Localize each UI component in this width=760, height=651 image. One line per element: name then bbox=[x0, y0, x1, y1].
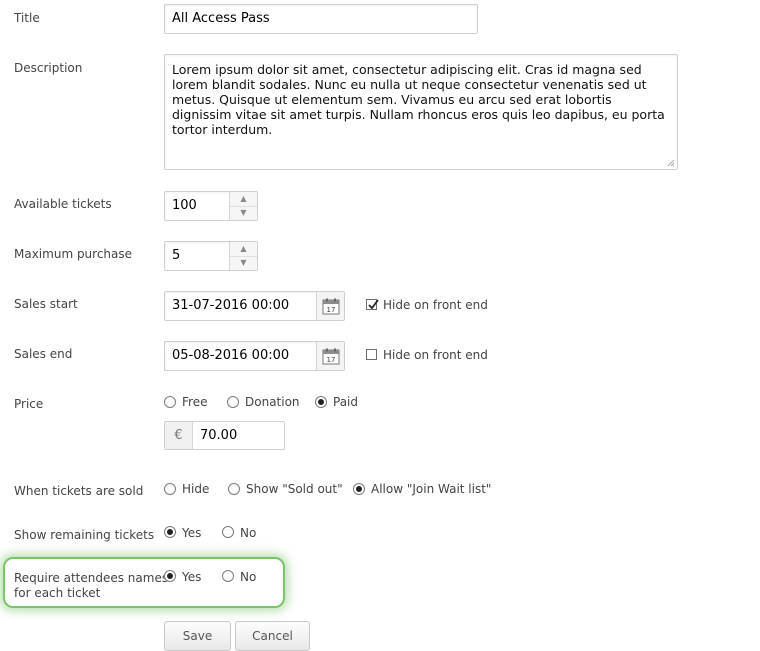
calendar-icon: 17 bbox=[322, 348, 340, 365]
when-sold-waitlist-radio[interactable] bbox=[353, 483, 365, 495]
when-sold-hide-label: Hide bbox=[182, 482, 210, 496]
when-sold-soldout-label: Show "Sold out" bbox=[246, 482, 343, 496]
sales-end-date-input[interactable]: 05-08-2016 00:00 17 bbox=[164, 341, 345, 371]
price-donation-radio[interactable] bbox=[227, 396, 239, 408]
price-paid-radio[interactable] bbox=[315, 396, 327, 408]
sales-end-value: 05-08-2016 00:00 bbox=[172, 348, 290, 363]
save-button[interactable]: Save bbox=[164, 621, 231, 651]
price-free-radio[interactable] bbox=[164, 396, 176, 408]
hide-end-checkbox[interactable] bbox=[366, 349, 377, 360]
sales-end-label: Sales end bbox=[14, 347, 73, 361]
show-remaining-yes-label: Yes bbox=[182, 526, 202, 540]
maximum-purchase-stepper[interactable]: 5 ▲ ▼ bbox=[164, 241, 258, 271]
maximum-purchase-value: 5 bbox=[172, 248, 181, 263]
price-paid-label: Paid bbox=[333, 395, 359, 409]
hide-end-label: Hide on front end bbox=[383, 348, 488, 362]
description-label: Description bbox=[14, 61, 83, 75]
when-sold-label: When tickets are sold bbox=[14, 484, 144, 498]
available-tickets-stepper[interactable]: 100 ▲ ▼ bbox=[164, 191, 258, 221]
euro-icon: € bbox=[165, 422, 193, 449]
arrow-down-icon[interactable]: ▼ bbox=[230, 206, 257, 220]
available-tickets-value: 100 bbox=[172, 198, 197, 213]
description-text: Lorem ipsum dolor sit amet, consectetur … bbox=[172, 62, 665, 137]
hide-start-checkbox[interactable] bbox=[366, 299, 379, 310]
when-sold-waitlist-label: Allow "Join Wait list" bbox=[371, 482, 492, 496]
price-label: Price bbox=[14, 397, 44, 411]
title-input[interactable]: All Access Pass bbox=[164, 4, 478, 34]
calendar-icon: 17 bbox=[322, 298, 340, 315]
show-remaining-no-label: No bbox=[240, 526, 257, 540]
resize-grip-icon[interactable] bbox=[667, 159, 675, 167]
show-remaining-label: Show remaining tickets bbox=[14, 528, 155, 542]
calendar-button[interactable]: 17 bbox=[316, 292, 344, 320]
sales-start-date-input[interactable]: 31-07-2016 00:00 17 bbox=[164, 291, 345, 321]
title-label: Title bbox=[14, 11, 40, 25]
when-sold-hide-radio[interactable] bbox=[164, 483, 176, 495]
description-textarea[interactable]: Lorem ipsum dolor sit amet, consectetur … bbox=[164, 54, 678, 170]
arrow-down-icon[interactable]: ▼ bbox=[230, 256, 257, 270]
require-names-label-line2: for each ticket bbox=[14, 586, 101, 600]
show-remaining-yes-radio[interactable] bbox=[164, 526, 176, 538]
price-input[interactable]: € 70.00 bbox=[164, 421, 285, 450]
require-names-yes-radio[interactable] bbox=[164, 570, 176, 582]
arrow-up-icon[interactable]: ▲ bbox=[230, 192, 257, 207]
require-names-label: Require attendees names bbox=[14, 571, 169, 585]
maximum-purchase-label: Maximum purchase bbox=[14, 247, 133, 261]
require-names-yes-label: Yes bbox=[182, 570, 202, 584]
cancel-button[interactable]: Cancel bbox=[235, 621, 310, 651]
checkmark-icon bbox=[368, 299, 379, 310]
when-sold-soldout-radio[interactable] bbox=[228, 483, 240, 495]
hide-start-label: Hide on front end bbox=[383, 298, 488, 312]
require-names-no-label: No bbox=[240, 570, 257, 584]
available-tickets-label: Available tickets bbox=[14, 197, 112, 211]
require-names-no-radio[interactable] bbox=[222, 570, 234, 582]
show-remaining-no-radio[interactable] bbox=[222, 526, 234, 538]
sales-start-value: 31-07-2016 00:00 bbox=[172, 298, 290, 313]
arrow-up-icon[interactable]: ▲ bbox=[230, 242, 257, 257]
calendar-button[interactable]: 17 bbox=[316, 342, 344, 370]
price-amount: 70.00 bbox=[200, 428, 238, 443]
sales-start-label: Sales start bbox=[14, 297, 78, 311]
calendar-day: 17 bbox=[327, 306, 336, 314]
price-free-label: Free bbox=[182, 395, 208, 409]
calendar-day: 17 bbox=[327, 356, 336, 364]
price-donation-label: Donation bbox=[245, 395, 300, 409]
